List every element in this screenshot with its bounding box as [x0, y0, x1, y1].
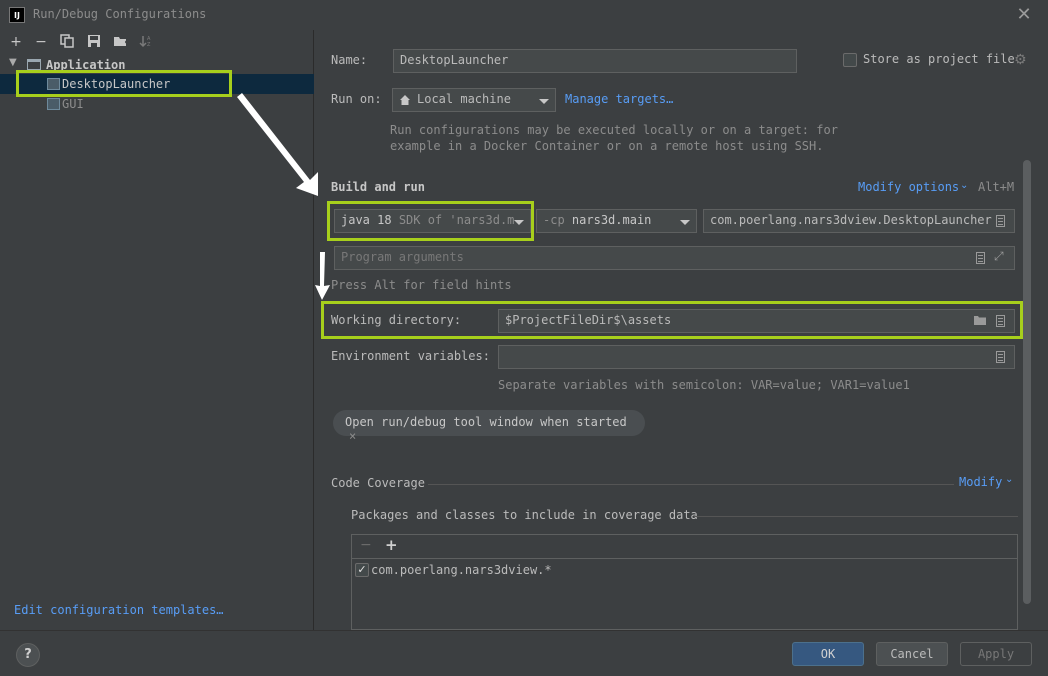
main-class-input[interactable]: com.poerlang.nars3dview.DesktopLauncher — [703, 209, 1015, 233]
classpath-value: nars3d.main — [571, 213, 652, 227]
alt-field-hint: Press Alt for field hints — [331, 278, 512, 292]
modify-options-link[interactable]: Modify options — [858, 180, 959, 194]
edit-env-icon[interactable] — [996, 351, 1005, 363]
new-folder-icon[interactable] — [113, 34, 129, 50]
sort-icon[interactable]: AZ — [138, 34, 154, 50]
manage-targets-link[interactable]: Manage targets… — [565, 92, 673, 106]
tree-item-label: GUI — [62, 97, 84, 111]
working-directory-label: Working directory: — [331, 313, 462, 327]
configurations-toolbar: + − AZ — [0, 30, 314, 54]
copy-icon[interactable] — [59, 34, 75, 50]
coverage-item-checkbox[interactable]: ✓ — [355, 563, 369, 577]
store-as-project-checkbox[interactable] — [843, 53, 857, 67]
environment-variables-label: Environment variables: — [331, 349, 490, 363]
section-divider — [428, 484, 954, 485]
coverage-packages-label: Packages and classes to include in cover… — [351, 508, 698, 522]
environment-variables-hint: Separate variables with semicolon: VAR=v… — [498, 378, 910, 392]
tree-item-label: DesktopLauncher — [62, 77, 171, 91]
browse-class-icon[interactable] — [996, 215, 1005, 227]
expand-text-icon[interactable] — [996, 315, 1005, 327]
apply-button[interactable]: Apply — [960, 642, 1032, 666]
remove-icon[interactable]: − — [33, 34, 49, 50]
remove-icon[interactable]: − — [360, 537, 372, 553]
name-input[interactable]: DesktopLauncher — [393, 49, 797, 73]
coverage-modify-link[interactable]: Modify — [959, 475, 1002, 489]
gear-icon[interactable]: ⚙ — [1014, 52, 1027, 68]
program-arguments-placeholder: Program arguments — [341, 250, 464, 264]
ok-button[interactable]: OK — [792, 642, 864, 666]
folder-icon[interactable] — [973, 314, 988, 329]
jdk-description: SDK of 'nars3d.m — [398, 213, 515, 227]
working-directory-value: $ProjectFileDir$\assets — [505, 313, 672, 327]
section-divider — [694, 516, 1018, 517]
help-button[interactable]: ? — [16, 643, 40, 667]
modify-options-shortcut: Alt+M — [978, 180, 1015, 194]
save-icon[interactable] — [86, 34, 102, 50]
application-config-icon — [47, 98, 60, 110]
home-icon — [400, 95, 410, 105]
form-scrollbar[interactable] — [1023, 160, 1031, 604]
window-title: Run/Debug Configurations — [33, 7, 207, 21]
tree-group-application[interactable]: ▼ Application — [0, 55, 314, 75]
chevron-down-icon[interactable]: ▼ — [9, 57, 17, 68]
chevron-down-icon: ⌄ — [1005, 474, 1014, 485]
classpath-prefix: -cp — [543, 213, 565, 227]
code-coverage-title: Code Coverage — [331, 476, 425, 490]
edit-templates-link[interactable]: Edit configuration templates… — [14, 603, 224, 617]
name-label: Name: — [331, 53, 368, 67]
program-arguments-input[interactable]: Program arguments — [334, 246, 1015, 270]
store-as-project-label: Store as project file — [863, 52, 1015, 66]
add-icon[interactable]: + — [8, 34, 24, 50]
close-button[interactable]: ✕ — [1016, 6, 1032, 24]
chevron-down-icon — [539, 99, 549, 104]
environment-variables-input[interactable] — [498, 345, 1015, 369]
chevron-down-icon: ⌄ — [960, 180, 969, 191]
open-tool-window-label: Open run/debug tool window when started — [345, 415, 627, 429]
svg-text:Z: Z — [147, 42, 151, 48]
tree-item-gui[interactable]: GUI — [0, 94, 314, 114]
run-on-hint-line2: example in a Docker Container or on a re… — [390, 139, 824, 153]
main-class-value: com.poerlang.nars3dview.DesktopLauncher — [710, 213, 992, 227]
intellij-app-icon: IJ — [9, 7, 25, 23]
cancel-button[interactable]: Cancel — [876, 642, 948, 666]
working-directory-input[interactable]: $ProjectFileDir$\assets — [498, 309, 1015, 333]
tree-group-label: Application — [46, 58, 126, 72]
tree-item-desktoplauncher[interactable]: DesktopLauncher — [0, 74, 314, 94]
application-folder-icon — [27, 59, 41, 70]
expand-text-icon[interactable] — [976, 252, 985, 264]
application-config-icon — [47, 78, 60, 90]
build-and-run-title: Build and run — [331, 180, 425, 194]
run-on-value: Local machine — [417, 92, 511, 106]
chevron-down-icon — [680, 220, 690, 225]
run-on-hint-line1: Run configurations may be executed local… — [390, 123, 838, 137]
classpath-select[interactable]: -cp nars3d.main — [536, 209, 697, 233]
open-tool-window-chip[interactable]: Open run/debug tool window when started … — [333, 410, 645, 443]
jdk-version: java 18 — [341, 213, 392, 227]
configurations-sidebar — [0, 30, 314, 630]
chevron-down-icon — [514, 220, 524, 225]
run-on-label: Run on: — [331, 92, 382, 106]
remove-chip-icon[interactable]: × — [349, 429, 356, 443]
add-dropdown-icon[interactable]: + — [385, 536, 398, 554]
expand-icon[interactable]: ⤢ — [994, 249, 1004, 264]
coverage-list-toolbar: − + — [352, 535, 1017, 559]
run-on-select[interactable]: Local machine — [392, 88, 556, 112]
jdk-select[interactable]: java 18 SDK of 'nars3d.m — [334, 209, 531, 233]
coverage-item-label: com.poerlang.nars3dview.* — [371, 563, 552, 577]
